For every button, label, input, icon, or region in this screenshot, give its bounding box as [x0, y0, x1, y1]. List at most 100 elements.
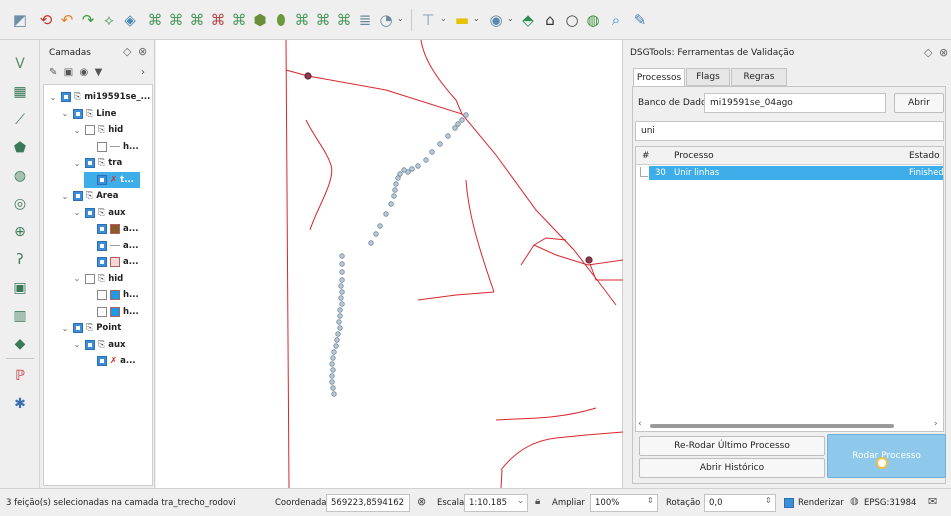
add-wfs-icon[interactable]: ◎: [9, 194, 31, 214]
layer-visibility-checkbox[interactable]: [85, 273, 95, 284]
rotation-field[interactable]: 0,0 ⇕: [704, 494, 776, 512]
add-delimited-icon[interactable]: ▥: [9, 306, 31, 326]
layer-visibility-checkbox[interactable]: [97, 290, 107, 300]
chevron-right-icon[interactable]: ›: [141, 67, 145, 78]
add-vector-icon[interactable]: V: [9, 54, 31, 74]
db-field[interactable]: mi19591se_04ago: [704, 93, 886, 113]
chevron-down-icon[interactable]: ⌄: [397, 14, 404, 23]
layer-tree-item[interactable]: ⌄ ⎘ Area: [60, 188, 118, 204]
layer-visibility-checkbox[interactable]: [85, 339, 95, 350]
table-row[interactable]: 30 Unir linhas Finished: [649, 166, 944, 180]
lock-icon[interactable]: 🔒︎: [535, 496, 540, 507]
close-icon[interactable]: ⊗: [939, 46, 948, 59]
redo-orange-icon[interactable]: ↶: [57, 10, 77, 30]
layer-visibility-checkbox[interactable]: [97, 224, 107, 234]
layer-visibility-checkbox[interactable]: [85, 158, 95, 168]
scrollbar-thumb[interactable]: [650, 424, 894, 428]
snap-icon[interactable]: ≣: [355, 10, 375, 30]
scroll-right-icon[interactable]: ›: [934, 419, 938, 429]
label-icon[interactable]: ⊤: [418, 10, 438, 30]
crs-globe-icon[interactable]: ◍: [850, 496, 859, 507]
split-icon[interactable]: ⌘: [187, 10, 207, 30]
run-process-button[interactable]: Rodar Processo: [827, 434, 946, 478]
chevron-down-icon[interactable]: ⌄: [60, 324, 70, 333]
edit-node-icon[interactable]: ⌘: [145, 10, 165, 30]
digitize-select-icon[interactable]: ◈: [120, 10, 140, 30]
redo-green-icon[interactable]: ↷: [78, 10, 98, 30]
chevron-down-icon[interactable]: ⌄: [72, 159, 82, 168]
layer-tree-item[interactable]: h...: [84, 287, 139, 303]
scroll-left-icon[interactable]: ‹: [638, 419, 642, 429]
magnifier-field[interactable]: 100% ⇕: [590, 494, 658, 512]
col-header-status[interactable]: Estado: [909, 151, 940, 161]
layer-visibility-checkbox[interactable]: [61, 92, 71, 102]
zoom-icon[interactable]: ⌕: [606, 10, 626, 30]
layer-visibility-checkbox[interactable]: [97, 174, 107, 185]
layer-tree-item[interactable]: ⌄ ⎘ tra: [72, 155, 122, 171]
plugin-icon[interactable]: ▬: [452, 10, 472, 30]
layer-tree-item[interactable]: ⌄ ⎘ aux: [72, 205, 125, 221]
messages-icon[interactable]: ✉: [928, 495, 937, 508]
offset-icon[interactable]: ⌘: [292, 10, 312, 30]
tab-flags[interactable]: Flags: [686, 68, 730, 86]
chevron-down-icon[interactable]: ⌄: [48, 93, 58, 102]
rerun-last-process-button[interactable]: Re-Rodar Último Processo: [639, 436, 825, 456]
layer-tree-item[interactable]: ⌄ ⎘ aux: [72, 337, 125, 353]
circle-icon[interactable]: ○: [562, 10, 582, 30]
chevron-down-icon[interactable]: ⌄: [507, 14, 514, 23]
layer-visibility-checkbox[interactable]: [73, 323, 83, 333]
layer-visibility-checkbox[interactable]: [97, 257, 107, 267]
python-icon[interactable]: ℙ: [9, 366, 31, 386]
layer-tree-item[interactable]: h...: [84, 304, 139, 320]
layer-tree-item[interactable]: ⌄ ⎘ Line: [60, 106, 116, 122]
layer-tree-item[interactable]: a...: [84, 254, 138, 270]
layer-tree-item[interactable]: ✗ a...: [84, 353, 136, 369]
digitize-node-icon[interactable]: ⟡: [99, 10, 119, 30]
shape-b-icon[interactable]: ⬢: [250, 10, 270, 30]
map-canvas[interactable]: [156, 39, 624, 489]
chevron-down-icon[interactable]: ⌄: [440, 14, 447, 23]
layer-visibility-checkbox[interactable]: [85, 125, 95, 135]
add-wms-icon[interactable]: ◍: [9, 166, 31, 186]
layer-tree-item[interactable]: ⌄ ⎘ Point: [60, 320, 121, 336]
style-icon[interactable]: ◔: [376, 10, 396, 30]
spatial-icon[interactable]: ◍: [583, 10, 603, 30]
layer-visibility-checkbox[interactable]: [97, 240, 107, 251]
float-icon[interactable]: ◇: [924, 46, 932, 59]
rotate-icon[interactable]: ⌘: [313, 10, 333, 30]
tab-processos[interactable]: Processos: [633, 68, 685, 87]
layer-visibility-checkbox[interactable]: [85, 207, 95, 218]
layer-visibility-checkbox[interactable]: [97, 141, 107, 152]
layer-visibility-checkbox[interactable]: [97, 306, 107, 317]
layer-tree-item[interactable]: a...: [84, 221, 138, 237]
layer-tree-item[interactable]: ⌄ ⎘ mi19591se_...: [48, 89, 150, 105]
layer-visibility-checkbox[interactable]: [73, 108, 83, 119]
shape-a-icon[interactable]: ⌘: [229, 10, 249, 30]
col-header-process[interactable]: Processo: [674, 151, 714, 161]
chevron-down-icon[interactable]: ⌄: [473, 14, 480, 23]
scale-field[interactable]: 1:10.185 ⌄: [464, 494, 528, 512]
open-db-button[interactable]: Abrir: [894, 93, 944, 113]
add-line-icon[interactable]: ⟋: [9, 110, 31, 130]
horizontal-scrollbar[interactable]: ‹ ›: [638, 419, 941, 431]
chevron-down-icon[interactable]: ⌄: [60, 192, 70, 201]
layer-tree-item[interactable]: ⌄ ⎘ hid: [72, 122, 123, 138]
add-postgis-icon[interactable]: ▣: [9, 278, 31, 298]
render-checkbox[interactable]: [784, 498, 794, 508]
close-icon[interactable]: ⊗: [138, 45, 147, 58]
chevron-down-icon[interactable]: ⌄: [517, 496, 524, 506]
chevron-down-icon[interactable]: ⌄: [72, 126, 82, 135]
network-icon[interactable]: ✱: [9, 394, 31, 414]
chevron-down-icon[interactable]: ⌄: [72, 274, 82, 283]
layer-tree-item[interactable]: h...: [84, 139, 139, 155]
chevron-down-icon[interactable]: ⌄: [72, 208, 82, 217]
add-spatialite-icon[interactable]: ʔ: [9, 250, 31, 270]
network-up-icon[interactable]: ⬘: [518, 10, 538, 30]
globe-icon[interactable]: ◉: [486, 10, 506, 30]
paint-icon[interactable]: ✎: [630, 10, 650, 30]
layer-tree-item[interactable]: ⌄ ⎘ hid: [72, 271, 123, 287]
layer-tree-item[interactable]: ✗ t...: [84, 171, 140, 188]
crs-label[interactable]: EPSG:31984: [864, 498, 916, 508]
tab-regras[interactable]: Regras: [731, 68, 787, 86]
reshape-icon[interactable]: ⬮: [271, 10, 291, 30]
